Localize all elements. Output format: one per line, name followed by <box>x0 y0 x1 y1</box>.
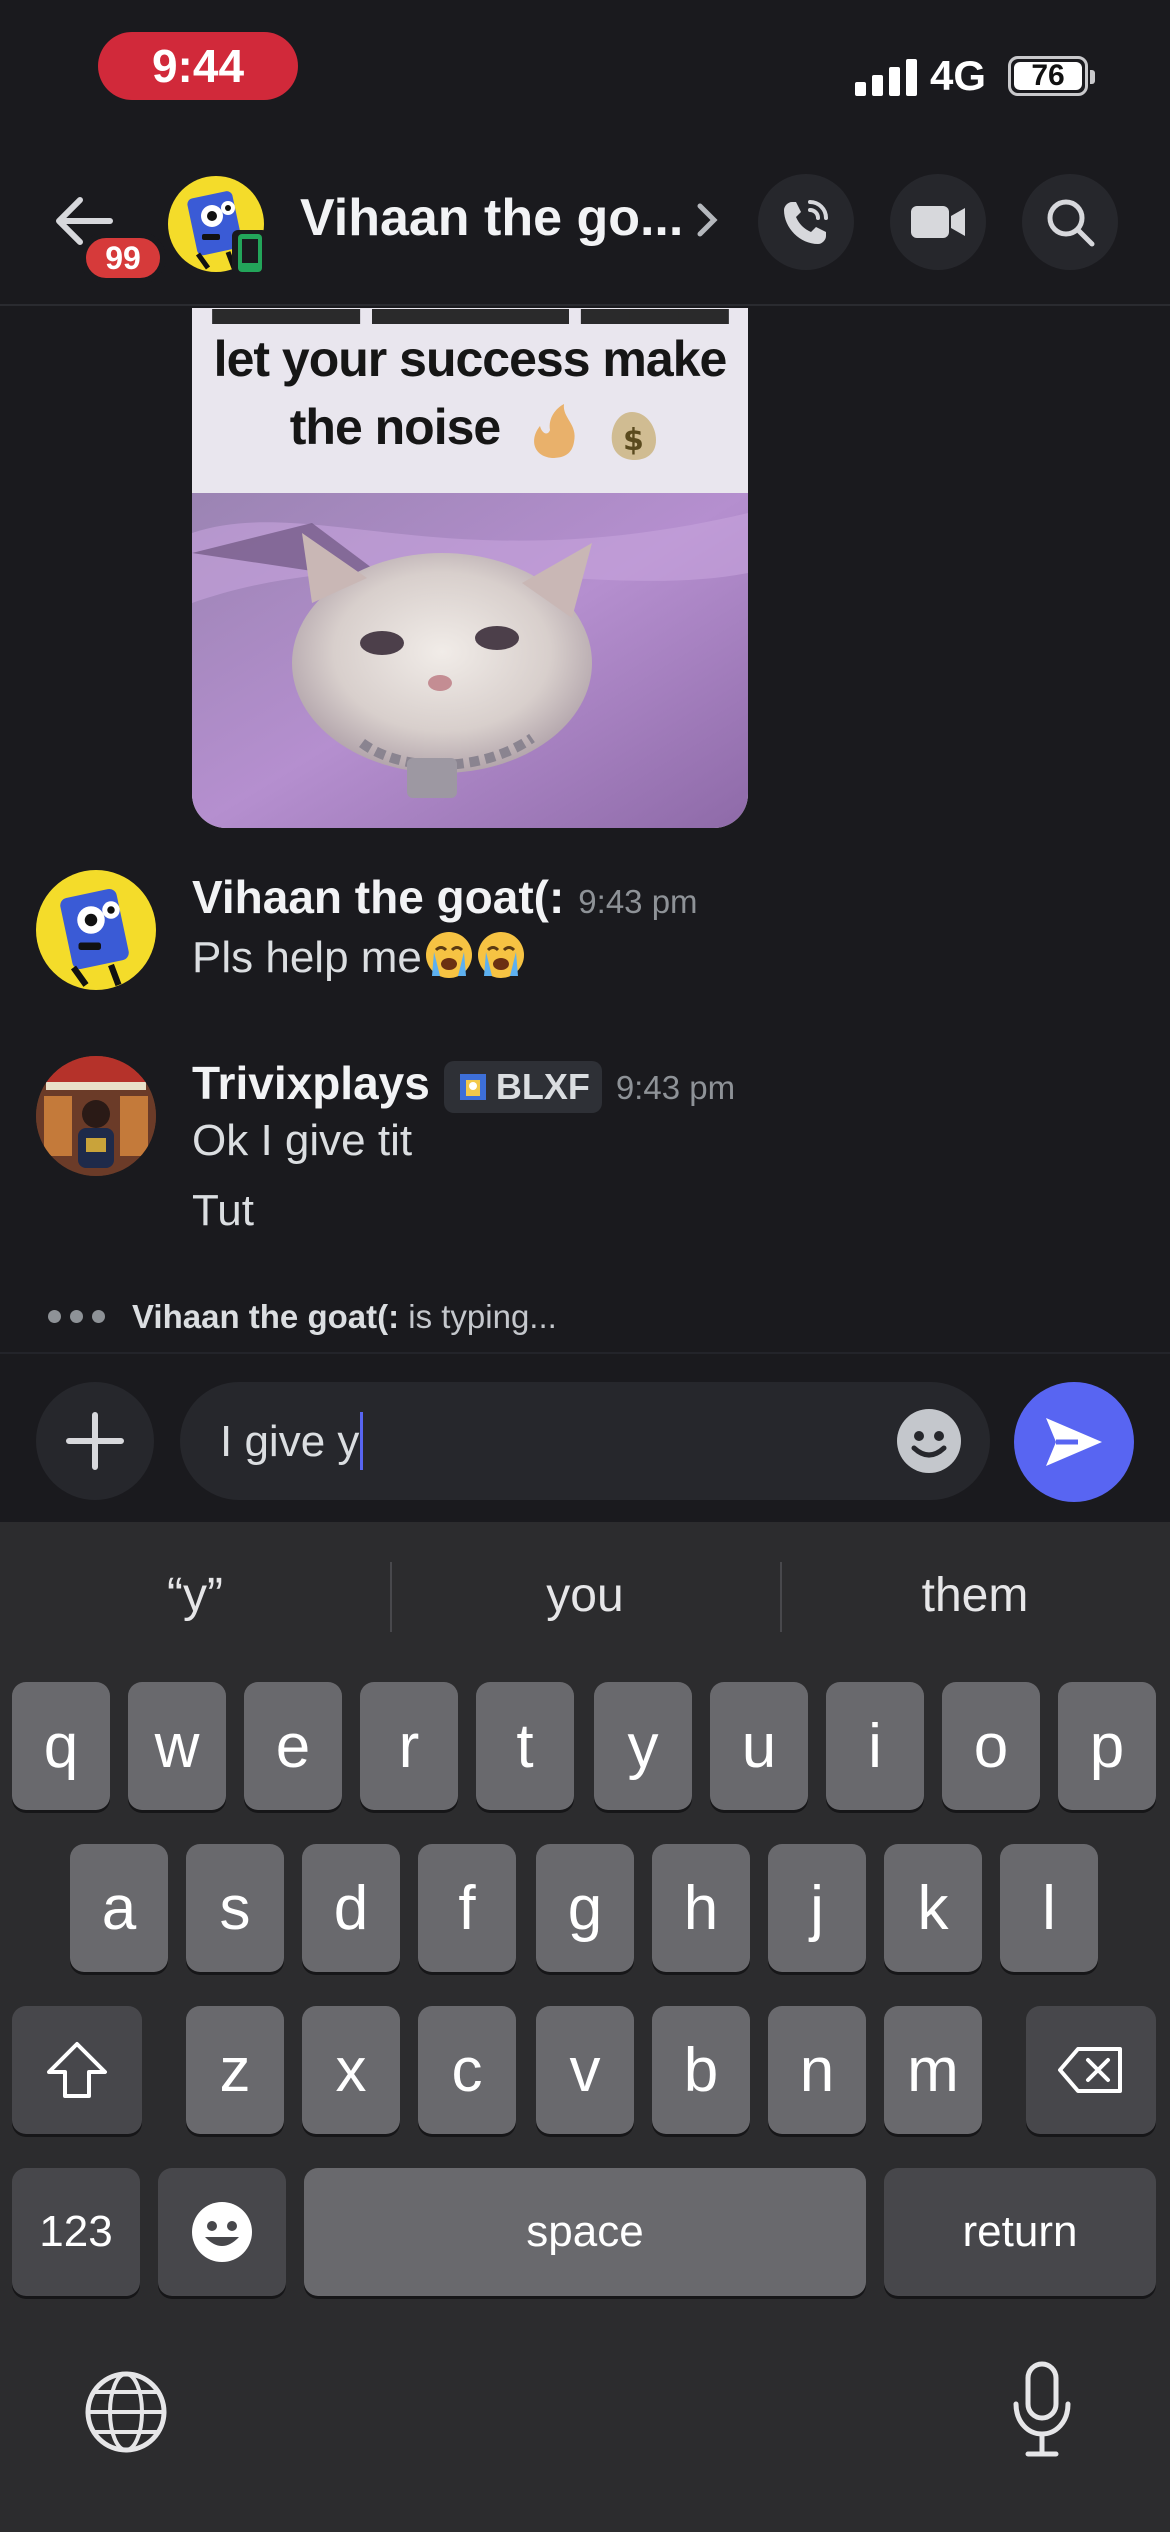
send-arrow-icon <box>1046 1418 1102 1466</box>
predictive-suggestions: “y” you them <box>0 1540 1170 1650</box>
message-list[interactable]: ▬▬▬ ▬▬▬▬ ▬▬▬ let your success make the n… <box>0 308 1170 1348</box>
message-input-text[interactable]: I give y <box>220 1412 364 1470</box>
emoji-keyboard-key[interactable] <box>158 2168 286 2296</box>
author-name[interactable]: Vihaan the goat(: <box>192 871 564 923</box>
key-k[interactable]: k <box>884 1844 982 1972</box>
key-g[interactable]: g <box>536 1844 634 1972</box>
loudly-crying-emoji-icon <box>425 932 472 978</box>
space-key[interactable]: space <box>304 2168 866 2296</box>
typing-dots-icon <box>48 1310 105 1323</box>
cellular-signal-icon <box>855 58 917 96</box>
author-name[interactable]: Trivixplays <box>192 1057 430 1109</box>
key-l[interactable]: l <box>1000 1844 1098 1972</box>
globe-icon[interactable] <box>82 2368 170 2456</box>
status-bar: 9:44 4G 76 <box>0 0 1170 140</box>
smiley-icon <box>897 1409 961 1473</box>
key-p[interactable]: p <box>1058 1682 1156 1810</box>
message-timestamp: 9:43 pm <box>615 1069 736 1106</box>
message-text: Tut <box>192 1186 254 1235</box>
key-a[interactable]: a <box>70 1844 168 1972</box>
message-input-value[interactable]: I give y <box>220 1417 359 1466</box>
message-author[interactable]: Vihaan the goat(: 9:43 pm <box>192 870 698 924</box>
chevron-right-icon[interactable] <box>692 200 722 240</box>
key-d[interactable]: d <box>302 1844 400 1972</box>
search-icon <box>1047 199 1095 247</box>
suggestion-item[interactable]: them <box>780 1540 1170 1650</box>
microphone-icon[interactable] <box>1010 2360 1074 2460</box>
search-button[interactable] <box>1022 174 1118 270</box>
shift-arrow-icon <box>47 2042 107 2098</box>
video-call-button[interactable] <box>890 174 986 270</box>
status-time: 9:44 <box>98 32 298 100</box>
key-f[interactable]: f <box>418 1844 516 1972</box>
suggestion-item[interactable]: you <box>390 1540 780 1650</box>
key-m[interactable]: m <box>884 2006 982 2134</box>
plus-icon <box>66 1412 124 1470</box>
typing-suffix: is typing... <box>399 1298 557 1335</box>
key-y[interactable]: y <box>594 1682 692 1810</box>
send-button[interactable] <box>1014 1382 1134 1502</box>
phone-call-icon <box>784 200 828 244</box>
server-tag-label: BLXF <box>495 1065 590 1107</box>
svg-text:$: $ <box>623 423 644 458</box>
key-z[interactable]: z <box>186 2006 284 2134</box>
key-o[interactable]: o <box>942 1682 1040 1810</box>
message-content: Pls help me <box>192 930 526 983</box>
avatar[interactable] <box>36 1056 156 1176</box>
battery-icon: 76 <box>1008 56 1095 96</box>
typing-indicator: Vihaan the goat(: is typing... <box>132 1298 557 1336</box>
fire-money-emoji-icon: $ <box>534 404 656 460</box>
server-tag-icon <box>459 1073 486 1100</box>
cat-photo <box>192 493 748 828</box>
chat-header: 99 Vihaan the go... <box>0 160 1170 306</box>
meme-image-attachment[interactable]: ▬▬▬ ▬▬▬▬ ▬▬▬ let your success make the n… <box>192 308 748 828</box>
battery-level: 76 <box>1014 59 1082 92</box>
key-e[interactable]: e <box>244 1682 342 1810</box>
server-tag[interactable]: BLXF <box>443 1060 602 1113</box>
key-u[interactable]: u <box>710 1682 808 1810</box>
meme-caption-line1: let your success make <box>213 331 728 387</box>
key-i[interactable]: i <box>826 1682 924 1810</box>
key-t[interactable]: t <box>476 1682 574 1810</box>
key-w[interactable]: w <box>128 1682 226 1810</box>
unread-badge: 99 <box>80 232 166 284</box>
key-c[interactable]: c <box>418 2006 516 2134</box>
voice-call-button[interactable] <box>758 174 854 270</box>
key-j[interactable]: j <box>768 1844 866 1972</box>
on-screen-keyboard: “y” you them q w e r t y u i o p a s d f… <box>0 1522 1170 2532</box>
emoji-picker-button[interactable] <box>896 1408 962 1474</box>
key-n[interactable]: n <box>768 2006 866 2134</box>
key-s[interactable]: s <box>186 1844 284 1972</box>
text-caret <box>360 1412 364 1470</box>
message-text: Ok I give tit <box>192 1116 413 1165</box>
backspace-key[interactable] <box>1026 2006 1156 2134</box>
loudly-crying-emoji-icon <box>477 932 524 978</box>
key-q[interactable]: q <box>12 1682 110 1810</box>
key-b[interactable]: b <box>652 2006 750 2134</box>
message-composer: I give y <box>0 1352 1170 1522</box>
numbers-key[interactable]: 123 <box>12 2168 140 2296</box>
key-h[interactable]: h <box>652 1844 750 1972</box>
message-author[interactable]: Trivixplays BLXF 9:43 pm <box>192 1056 735 1113</box>
key-v[interactable]: v <box>536 2006 634 2134</box>
avatar[interactable] <box>36 870 156 990</box>
add-attachment-button[interactable] <box>36 1382 154 1500</box>
key-x[interactable]: x <box>302 2006 400 2134</box>
delete-backspace-icon <box>1058 2047 1122 2093</box>
mobile-status-icon <box>230 228 270 278</box>
smiley-icon <box>192 2202 252 2262</box>
channel-name[interactable]: Vihaan the go... <box>300 188 680 248</box>
typing-user: Vihaan the goat(: <box>132 1298 400 1335</box>
message-input[interactable]: I give y <box>180 1382 990 1500</box>
suggestion-item[interactable]: “y” <box>0 1540 390 1650</box>
return-key[interactable]: return <box>884 2168 1156 2296</box>
avatar-character-icon <box>60 888 129 987</box>
message-text: Pls help me <box>192 933 422 982</box>
network-type: 4G <box>930 52 987 99</box>
shift-key[interactable] <box>12 2006 142 2134</box>
video-camera-icon <box>911 206 965 238</box>
key-r[interactable]: r <box>360 1682 458 1810</box>
user-photo-icon <box>36 1056 156 1176</box>
message-timestamp: 9:43 pm <box>578 883 698 920</box>
